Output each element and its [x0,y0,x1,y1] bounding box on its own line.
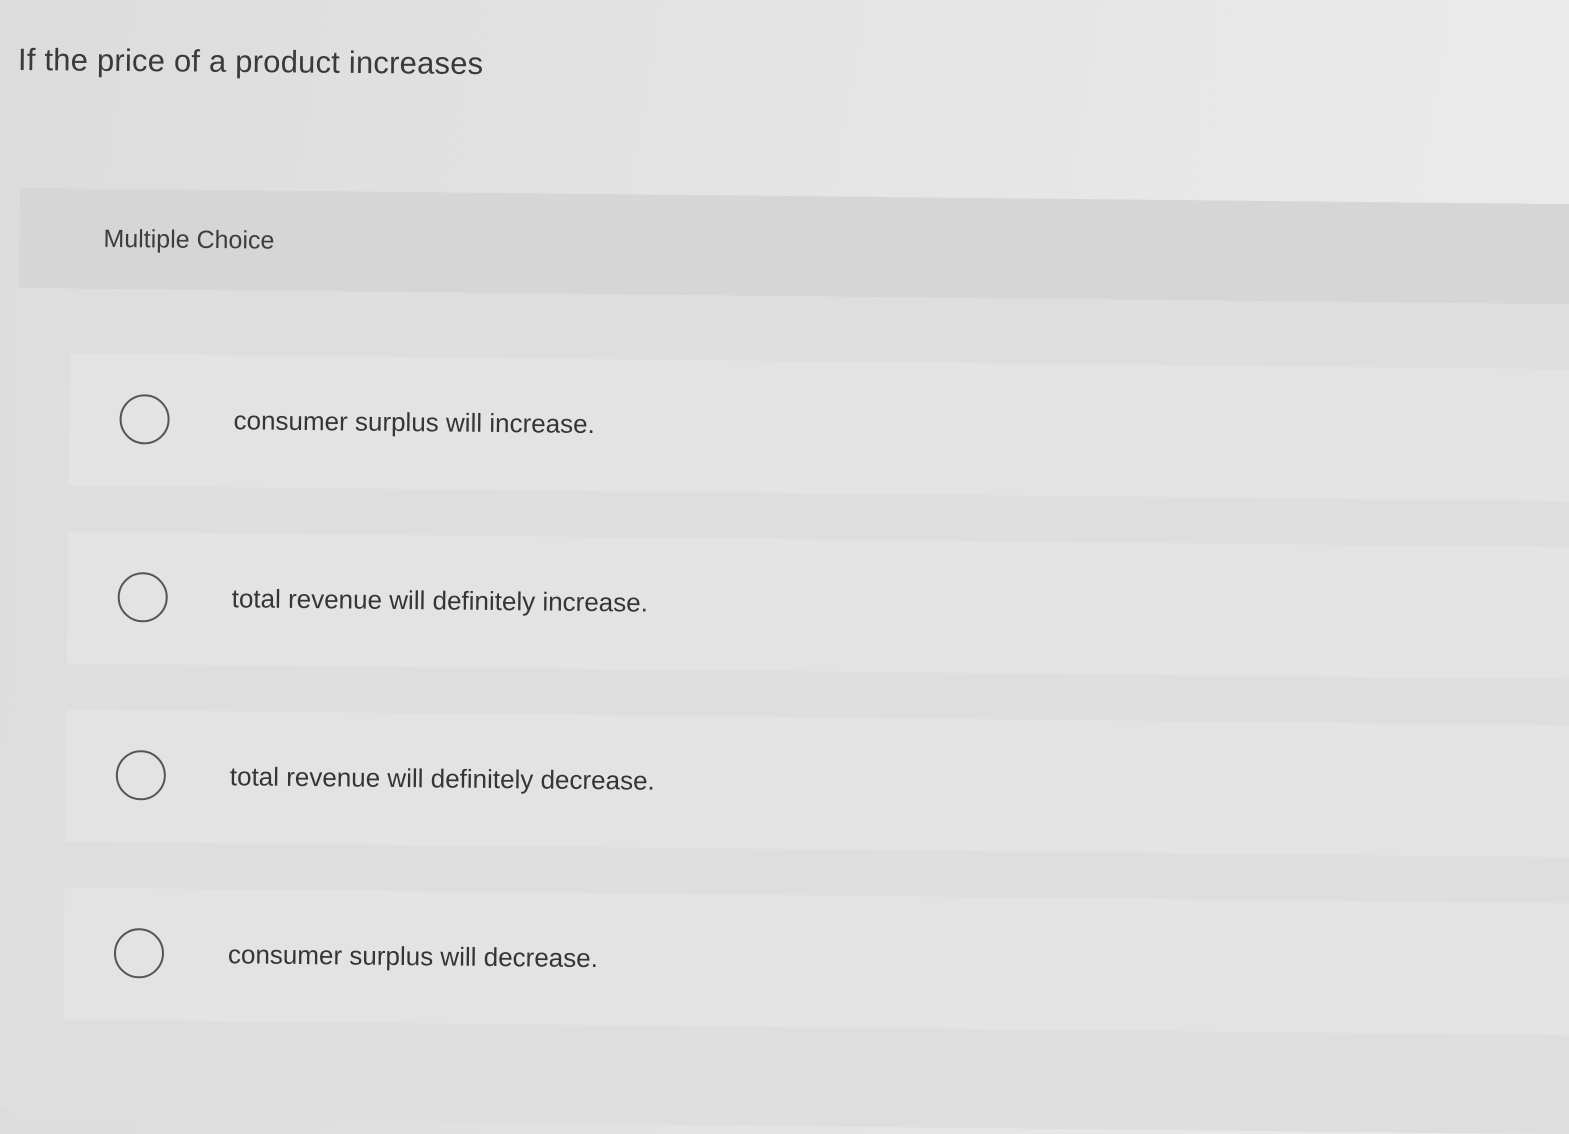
radio-button[interactable] [115,750,167,801]
answer-option-4[interactable]: consumer surplus will decrease. [63,887,1569,1036]
answer-option-label: total revenue will definitely decrease. [229,761,655,796]
choice-header: Multiple Choice [18,188,1569,305]
answer-option-label: consumer surplus will decrease. [227,939,599,974]
answer-option-2[interactable]: total revenue will definitely increase. [67,531,1569,680]
radio-button[interactable] [113,928,165,979]
answer-option-label: consumer surplus will increase. [233,405,595,440]
answer-option-1[interactable]: consumer surplus will increase. [68,353,1569,502]
question-text: If the price of a product increases [17,42,484,82]
radio-button[interactable] [117,572,168,623]
multiple-choice-panel: Multiple Choice consumer surplus will in… [10,188,1569,1134]
question-type-label: Multiple Choice [103,224,275,255]
answer-option-3[interactable]: total revenue will definitely decrease. [65,709,1569,858]
radio-button[interactable] [119,394,170,445]
answer-option-label: total revenue will definitely increase. [231,583,649,618]
